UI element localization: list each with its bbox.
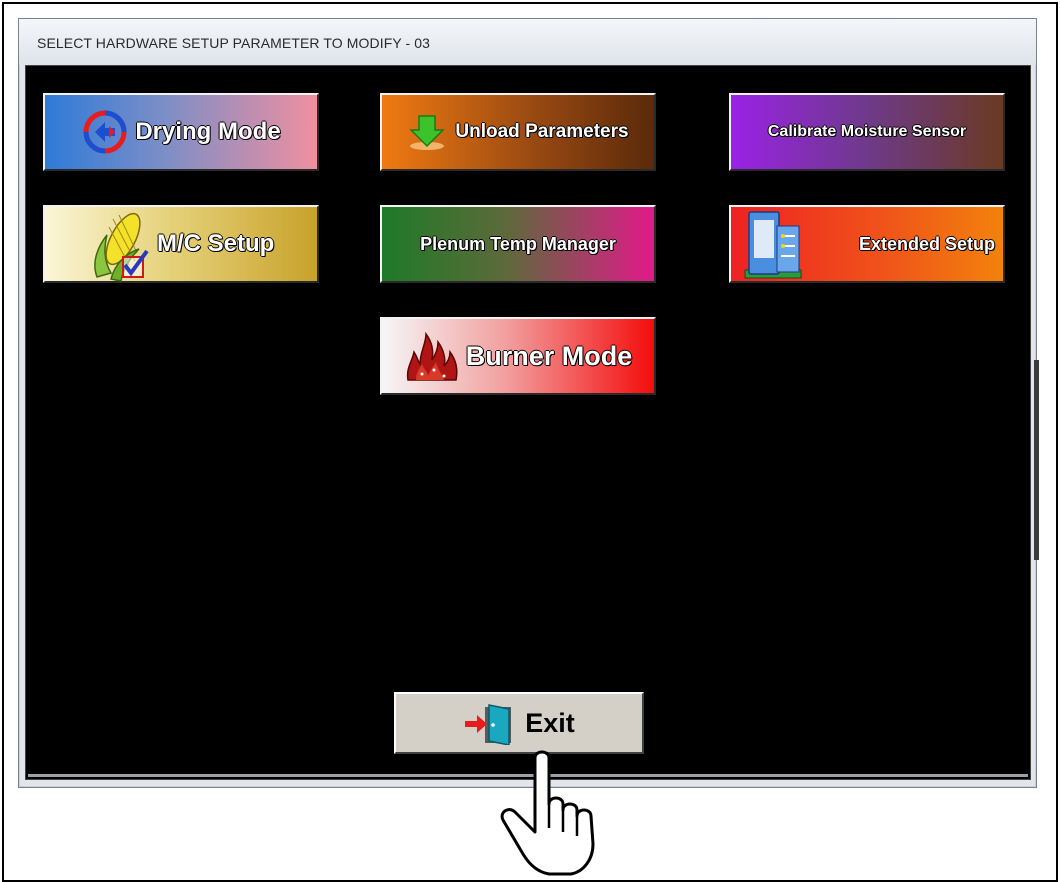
calibrate-moisture-sensor-label: Calibrate Moisture Sensor	[767, 123, 967, 140]
drying-mode-label: Drying Mode	[135, 118, 281, 145]
calibrate-moisture-sensor-button[interactable]: Calibrate Moisture Sensor	[729, 93, 1005, 171]
extended-setup-button[interactable]: Extended Setup	[729, 205, 1005, 283]
window-edge	[1034, 360, 1039, 560]
refresh-cycle-icon	[83, 110, 127, 154]
mc-setup-label: M/C Setup	[157, 230, 275, 257]
pointing-hand-icon	[500, 750, 595, 876]
extended-setup-label: Extended Setup	[858, 233, 995, 254]
burner-mode-label: Burner Mode	[465, 340, 633, 371]
down-arrow-icon	[409, 115, 446, 150]
window-title: SELECT HARDWARE SETUP PARAMETER TO MODIF…	[37, 35, 431, 51]
burner-mode-button[interactable]: Burner Mode	[380, 317, 656, 395]
client-area	[25, 65, 1031, 780]
mc-setup-button[interactable]: M/C Setup	[43, 205, 319, 283]
flame-icon	[406, 331, 458, 381]
plenum-temp-manager-label: Plenum Temp Manager	[420, 233, 616, 254]
exit-button[interactable]: Exit	[394, 692, 644, 754]
drying-mode-button[interactable]: Drying Mode	[43, 93, 319, 171]
plenum-temp-manager-button[interactable]: Plenum Temp Manager	[380, 205, 656, 283]
control-panel-icon	[744, 211, 802, 279]
exit-door-icon	[465, 704, 512, 745]
unload-parameters-label: Unload Parameters	[455, 121, 629, 142]
exit-label: Exit	[525, 707, 575, 738]
corn-checkmark-icon	[94, 212, 149, 282]
title-bar: SELECT HARDWARE SETUP PARAMETER TO MODIF…	[19, 19, 1036, 65]
unload-parameters-button[interactable]: Unload Parameters	[380, 93, 656, 171]
